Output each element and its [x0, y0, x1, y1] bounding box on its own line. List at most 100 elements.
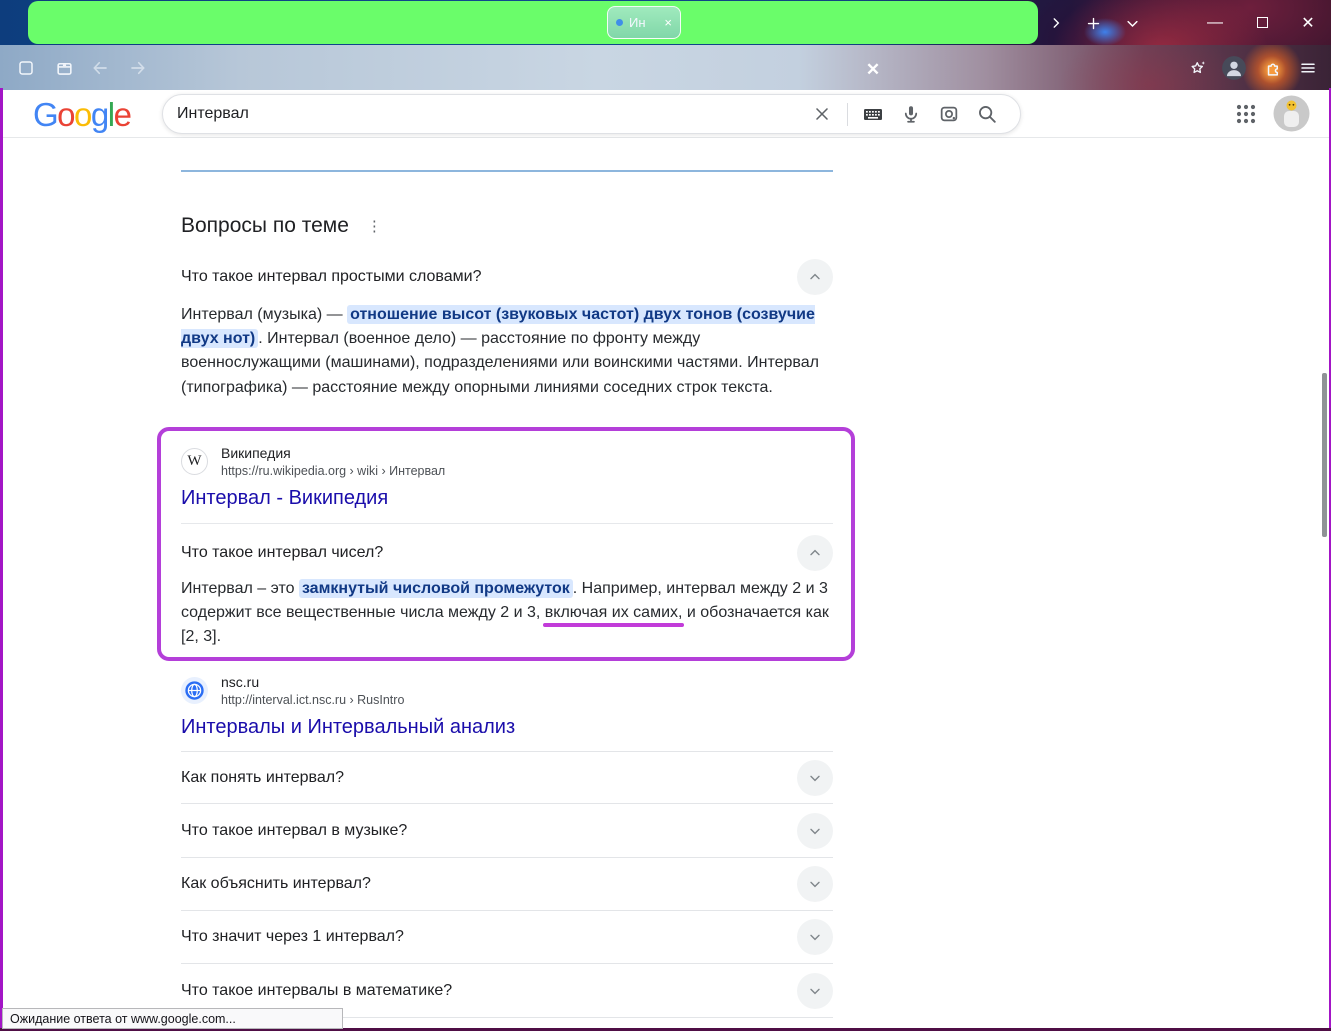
question-text: Как понять интервал?: [181, 768, 345, 786]
logo-letter: G: [33, 96, 59, 133]
bookmarks-menu-button[interactable]: [1184, 54, 1212, 82]
result-title-link[interactable]: Интервалы и Интервальный анализ: [181, 716, 515, 739]
avatar: [1273, 95, 1310, 132]
toolbox-button[interactable]: [50, 54, 78, 82]
firefox-view-icon: [19, 61, 33, 75]
search-results-page: Вопросы по теме ⋮ Что такое интервал про…: [0, 138, 1331, 1028]
search-divider: [847, 102, 848, 126]
tab-scroll-right-button[interactable]: [1042, 9, 1070, 37]
google-apps-button[interactable]: [1234, 102, 1258, 126]
expand-button[interactable]: [797, 813, 833, 849]
scrollbar-thumb[interactable]: [1322, 373, 1327, 537]
window-maximize-button[interactable]: [1239, 0, 1285, 45]
status-text: Ожидание ответа от www.google.com...: [10, 1011, 236, 1026]
answer-text: Интервал (музыка) —: [181, 306, 348, 323]
apps-grid-icon: [1236, 104, 1256, 124]
annotation-purple-box: W Википедия https://ru.wikipedia.org › w…: [157, 427, 855, 661]
clear-x-icon: [816, 108, 828, 120]
result-url[interactable]: https://ru.wikipedia.org › wiki › Интерв…: [221, 462, 445, 480]
result-site-name[interactable]: Википедия: [221, 444, 291, 462]
expand-button[interactable]: [797, 919, 833, 955]
account-avatar: [1222, 56, 1246, 80]
puzzle-piece-icon: [1267, 63, 1278, 76]
globe-favicon: [181, 677, 208, 704]
answer-text: Интервал – это: [181, 580, 299, 597]
back-button[interactable]: [86, 54, 114, 82]
star-badge-icon: [1191, 61, 1205, 74]
paa-question-1[interactable]: Что такое интервал простыми словами?: [181, 257, 833, 297]
paa-answer-1: Интервал (музыка) — отношение высот (зву…: [181, 303, 830, 400]
collapse-button[interactable]: [797, 535, 833, 571]
question-text: Как объяснить интервал?: [181, 875, 371, 892]
tab-close-icon[interactable]: ×: [664, 16, 672, 29]
virtual-keyboard-button[interactable]: [854, 102, 892, 126]
chevron-up-icon: [810, 549, 820, 556]
hamburger-menu-icon: [1301, 63, 1315, 73]
inner-divider: [181, 523, 833, 524]
chevron-down-icon: [810, 934, 820, 941]
toolbox-icon: [56, 62, 72, 75]
paa-collapsed-question[interactable]: Как понять интервал?: [181, 751, 833, 804]
question-text: Что такое интервал в музыке?: [181, 822, 408, 839]
people-also-ask-heading: Вопросы по теме ⋮: [181, 214, 382, 238]
google-search-input[interactable]: [177, 105, 803, 123]
annotation-left-border: [0, 88, 3, 1028]
tab-title: Ин: [629, 15, 646, 30]
google-account-avatar[interactable]: [1273, 95, 1310, 132]
chevron-down-icon: [810, 775, 820, 781]
google-logo[interactable]: Google: [33, 96, 132, 134]
expand-button[interactable]: [797, 866, 833, 902]
close-x-overlay-icon: ✕: [865, 60, 881, 79]
globe-icon: [185, 681, 204, 700]
browser-tab[interactable]: Ин ×: [607, 6, 681, 39]
expand-button[interactable]: [797, 973, 833, 1009]
chevron-up-icon: [810, 273, 820, 280]
result-site-name[interactable]: nsc.ru: [221, 673, 259, 691]
chevron-down-icon: [810, 988, 820, 995]
microphone-icon: [904, 106, 918, 123]
logo-letter: g: [90, 96, 109, 133]
question-text: Что такое интервал простыми словами?: [181, 268, 482, 285]
kebab-menu-icon[interactable]: ⋮: [367, 217, 382, 235]
submit-search-button[interactable]: [968, 103, 1006, 125]
chevron-right-icon: [1053, 18, 1060, 28]
keyboard-icon: [864, 109, 882, 120]
google-search-box[interactable]: [162, 94, 1021, 134]
clear-search-button[interactable]: [803, 104, 841, 124]
new-tab-button[interactable]: [1079, 9, 1107, 37]
collapse-button[interactable]: [797, 259, 833, 295]
logo-letter: e: [113, 96, 132, 133]
window-close-button[interactable]: ✕: [1285, 0, 1331, 45]
menu-button[interactable]: [1294, 54, 1322, 82]
back-arrow-icon: [93, 61, 107, 75]
plus-icon: [1087, 17, 1099, 29]
paa-collapsed-question[interactable]: Как объяснить интервал?: [181, 858, 833, 911]
favicon-letter: W: [187, 453, 202, 469]
tab-loading-dot-icon: [616, 19, 623, 26]
question-text: Что значит через 1 интервал?: [181, 928, 404, 945]
result-url[interactable]: http://interval.ict.nsc.ru › RusIntro: [221, 691, 404, 709]
browser-toolbar: www.google.com/search?q=Интервал ✕ Поиск: [0, 45, 1331, 130]
paa-question-2[interactable]: Что такое интервал чисел?: [181, 533, 833, 573]
google-lens-icon: [940, 106, 958, 122]
forward-arrow-icon: [131, 61, 145, 75]
expand-button[interactable]: [797, 759, 833, 796]
extensions-button[interactable]: [1258, 54, 1286, 82]
google-header: Google: [0, 90, 1331, 138]
result-title-link[interactable]: Интервал - Википедия: [181, 487, 388, 510]
tab-bar: Ин × — ✕: [0, 0, 1331, 45]
search-by-image-button[interactable]: [930, 103, 968, 125]
paa-collapsed-question[interactable]: Что такое интервал в музыке?: [181, 805, 833, 858]
paa-answer-2: Интервал – это замкнутый числовой промеж…: [181, 577, 830, 650]
account-button[interactable]: [1220, 54, 1248, 82]
status-bar: Ожидание ответа от www.google.com...: [2, 1008, 343, 1029]
voice-search-button[interactable]: [892, 103, 930, 125]
firefox-view-button[interactable]: [12, 54, 40, 82]
list-all-tabs-button[interactable]: [1118, 9, 1146, 37]
paa-collapsed-question[interactable]: Что значит через 1 интервал?: [181, 911, 833, 964]
annotation-underlined-text: включая их самих,: [544, 604, 683, 622]
forward-button[interactable]: [124, 54, 152, 82]
chevron-down-icon: [810, 881, 820, 888]
window-minimize-button[interactable]: —: [1192, 0, 1238, 45]
maximize-square-icon: [1256, 17, 1268, 28]
